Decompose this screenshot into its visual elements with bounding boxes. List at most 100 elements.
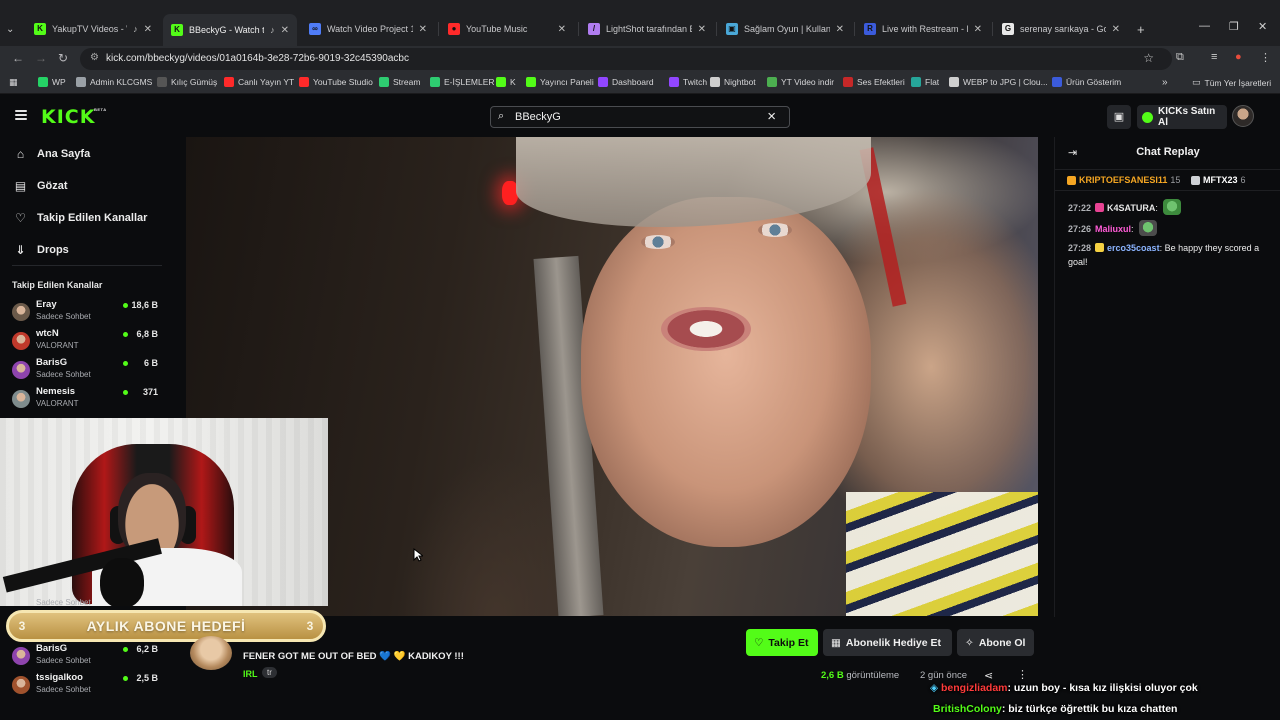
stream-category-link[interactable]: IRL (243, 669, 258, 679)
buy-kicks-button[interactable]: KICKs Satın Al (1137, 105, 1227, 129)
sidebar-item-drops[interactable]: ⇓ Drops (14, 243, 68, 257)
bookmark-label: Flat (925, 77, 940, 87)
top-gifter[interactable]: MFTX23 6 (1191, 175, 1246, 185)
browser-tab[interactable]: ● YouTube Music ✕ (440, 16, 574, 42)
browser-tab[interactable]: / LightShot tarafından Ekra ✕ (580, 16, 714, 42)
subscribe-button[interactable]: ✧ Abone Ol (957, 629, 1034, 656)
tab-title: serenay sarıkaya - Google (1020, 24, 1106, 34)
sidebar-item-g-zat[interactable]: ▤ Gözat (14, 179, 68, 193)
close-window-icon[interactable]: ✕ (1258, 20, 1267, 33)
message-username[interactable]: K4SATURA (1107, 203, 1155, 213)
more-options-icon[interactable]: ⋮ (1017, 668, 1028, 681)
kick-logo[interactable]: KICK (41, 106, 95, 128)
followed-channel-item[interactable]: BarisG Sadece Sohbet 6,2 B (12, 643, 162, 669)
followed-channel-item[interactable]: BarisG Sadece Sohbet 6 B (12, 357, 162, 383)
user-avatar[interactable] (1232, 105, 1254, 127)
apps-icon[interactable]: ▦ (9, 77, 18, 88)
forward-icon[interactable]: → (35, 51, 47, 65)
hamburger-menu-icon[interactable] (15, 110, 27, 120)
media-icon[interactable]: ≡ (1211, 51, 1217, 63)
bookmark-item[interactable]: Yayıncı Paneli (526, 77, 594, 87)
bookmark-favicon-icon (669, 77, 679, 87)
bookmark-label: Kılıç Gümüş (171, 77, 218, 87)
channel-name: BarisG (36, 643, 68, 654)
viewer-count: 6,8 B (136, 329, 158, 339)
close-tab-icon[interactable]: ✕ (1112, 24, 1120, 35)
tab-audio-icon[interactable]: ♪ (133, 24, 138, 34)
bookmark-item[interactable]: E-İŞLEMLER (430, 77, 495, 87)
bookmark-item[interactable]: YT Video indir (767, 77, 834, 87)
close-tab-icon[interactable]: ✕ (974, 24, 982, 35)
language-tag[interactable]: tr (262, 667, 277, 678)
extensions-icon[interactable]: ⧉ (1176, 51, 1184, 64)
sidebar-item-ana-sayfa[interactable]: ⌂ Ana Sayfa (14, 147, 90, 161)
browser-tab[interactable]: ∞ Watch Video Project 1 | St ✕ (301, 16, 435, 42)
profile-icon[interactable]: ● (1235, 51, 1242, 63)
gift-subscription-button[interactable]: ▦ Abonelik Hediye Et (823, 629, 952, 656)
channel-avatar (12, 390, 30, 408)
browser-tab[interactable]: Gserenay sarıkaya - Google ✕ (994, 16, 1128, 42)
menu-icon[interactable]: ⋮ (1260, 51, 1271, 64)
close-tab-icon[interactable]: ✕ (419, 24, 427, 35)
folder-icon: ▭ (1192, 77, 1201, 87)
browser-tab[interactable]: ▣ Sağlam Oyun | Kullanıcı P ✕ (718, 16, 852, 42)
clear-search-icon[interactable]: × (767, 108, 776, 125)
bookmark-item[interactable]: Kılıç Gümüş (157, 77, 217, 87)
upload-age: 2 gün önce (920, 670, 968, 681)
bookmark-item[interactable]: Ürün Gösterim (1052, 77, 1121, 87)
followed-channel-item[interactable]: Eray Sadece Sohbet 18,6 B (12, 299, 162, 325)
partial-channel-category: Sadece Sohbet (36, 598, 91, 607)
follow-button[interactable]: ♡ Takip Et (746, 629, 818, 656)
close-tab-icon[interactable]: ✕ (558, 24, 566, 35)
bookmark-item[interactable]: Canlı Yayın YT (224, 77, 294, 87)
bookmark-item[interactable]: Admin KLCGMS (76, 77, 152, 87)
all-bookmarks-folder[interactable]: ▭ Tüm Yer İşaretleri (1192, 77, 1271, 88)
back-icon[interactable]: ← (12, 51, 24, 65)
top-gifter[interactable]: KRIPTOEFSANESI11 15 (1067, 175, 1180, 185)
reload-icon[interactable]: ↻ (58, 51, 68, 65)
bookmark-item[interactable]: K (496, 77, 516, 87)
search-icon: ⌕ (498, 110, 505, 122)
browser-tab[interactable]: K YakupTV Videos - Wa ♪ ✕ (26, 16, 160, 42)
browser-tab[interactable]: K BBeckyG - Watch the ♪ ✕ (163, 14, 297, 46)
streamer-avatar[interactable] (190, 636, 232, 670)
close-tab-icon[interactable]: ✕ (144, 24, 152, 35)
browser-tab[interactable]: R Live with Restream - Rest ✕ (856, 16, 990, 42)
followed-channel-item[interactable]: tssigalkoo Sadece Sohbet 2,5 B (12, 672, 162, 698)
tab-search-button[interactable]: ⌄ (6, 16, 24, 42)
bookmark-item[interactable]: Ses Efektleri (843, 77, 905, 87)
message-timestamp: 27:28 (1068, 243, 1092, 253)
bookmark-item[interactable]: Dashboard (598, 77, 654, 87)
bookmark-item[interactable]: WP (38, 77, 66, 87)
bookmark-item[interactable]: Twitch (669, 77, 707, 87)
bookmark-item[interactable]: WEBP to JPG | Clou... (949, 77, 1048, 87)
message-username[interactable]: erco35coast (1107, 243, 1160, 253)
tab-favicon-icon: ∞ (309, 23, 321, 35)
share-icon[interactable]: ⋖ (984, 669, 993, 682)
address-bar[interactable]: ⚙ kick.com/bbeckyg/videos/01a0164b-3e28-… (80, 48, 1172, 70)
bookmark-label: Yayıncı Paneli (540, 77, 594, 87)
bookmark-item[interactable]: Stream (379, 77, 420, 87)
bookmark-item[interactable]: YouTube Studio (299, 77, 373, 87)
tab-audio-icon[interactable]: ♪ (270, 25, 275, 35)
bookmark-label: Canlı Yayın YT (238, 77, 295, 87)
minimize-icon[interactable]: — (1199, 20, 1210, 32)
site-info-icon[interactable]: ⚙ (90, 52, 99, 63)
message-username[interactable]: Maliuxul (1095, 224, 1131, 234)
search-input[interactable]: ⌕ BBeckyG × (490, 106, 790, 128)
close-tab-icon[interactable]: ✕ (836, 24, 844, 35)
message-timestamp: 27:22 (1068, 203, 1092, 213)
new-tab-button[interactable]: + (1137, 16, 1155, 42)
close-tab-icon[interactable]: ✕ (698, 24, 706, 35)
bookmark-item[interactable]: Nightbot (710, 77, 756, 87)
followed-channel-item[interactable]: Nemesis VALORANT 371 (12, 386, 162, 412)
sidebar-item-takip-edilen-kanallar[interactable]: ♡ Takip Edilen Kanallar (14, 211, 147, 225)
bookmark-item[interactable]: Flat (911, 77, 939, 87)
tab-title: YakupTV Videos - Wa (52, 24, 127, 34)
bookmarks-more-button[interactable]: » (1162, 77, 1168, 88)
maximize-icon[interactable]: ❐ (1229, 20, 1239, 33)
followed-channel-item[interactable]: wtcN VALORANT 6,8 B (12, 328, 162, 354)
layout-toggle-button[interactable]: ▣ (1107, 105, 1131, 129)
bookmark-star-icon[interactable]: ☆ (1143, 51, 1154, 65)
close-tab-icon[interactable]: ✕ (281, 25, 289, 36)
